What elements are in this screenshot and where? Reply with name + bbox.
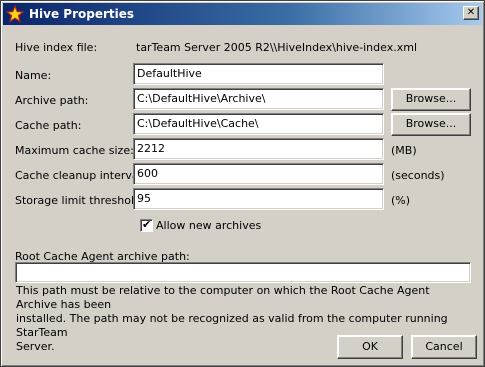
name-label: Name: bbox=[15, 69, 52, 82]
archive-path-label: Archive path: bbox=[15, 94, 89, 107]
note-line: This path must be relative to the comput… bbox=[16, 284, 430, 311]
hive-properties-dialog: Hive Properties ✕ Hive index file: tarTe… bbox=[0, 0, 485, 367]
storage-limit-threshold-unit: (%) bbox=[391, 194, 411, 207]
cache-path-label: Cache path: bbox=[15, 119, 82, 132]
cache-browse-button[interactable]: Browse... bbox=[391, 113, 471, 136]
close-icon: ✕ bbox=[466, 7, 476, 18]
cache-cleanup-interval-field[interactable]: 600 bbox=[133, 163, 384, 185]
storage-limit-threshold-label: Storage limit threshold: bbox=[15, 194, 145, 207]
window-title: Hive Properties bbox=[29, 7, 135, 21]
archive-path-field[interactable]: C:\DefaultHive\Archive\ bbox=[133, 88, 384, 110]
star-icon bbox=[6, 5, 24, 23]
allow-new-archives-checkbox[interactable]: ✔ bbox=[140, 218, 153, 232]
close-button[interactable]: ✕ bbox=[463, 6, 479, 20]
cache-cleanup-interval-unit: (seconds) bbox=[391, 169, 445, 182]
max-cache-size-field[interactable]: 2212 bbox=[133, 138, 384, 160]
cache-cleanup-interval-label: Cache cleanup interval: bbox=[15, 169, 146, 182]
storage-limit-threshold-field[interactable]: 95 bbox=[133, 188, 384, 210]
name-field[interactable]: DefaultHive bbox=[133, 63, 384, 85]
checkmark-icon: ✔ bbox=[142, 218, 152, 231]
archive-browse-button[interactable]: Browse... bbox=[391, 88, 471, 111]
hive-index-value: tarTeam Server 2005 R2\\HiveIndex\hive-i… bbox=[136, 41, 417, 54]
max-cache-size-unit: (MB) bbox=[391, 144, 417, 157]
allow-new-archives-label[interactable]: Allow new archives bbox=[156, 219, 261, 232]
root-cache-agent-path-field[interactable] bbox=[15, 262, 471, 283]
max-cache-size-label: Maximum cache size: bbox=[15, 144, 134, 157]
cancel-button[interactable]: Cancel bbox=[411, 335, 477, 359]
title-bar[interactable]: Hive Properties ✕ bbox=[3, 3, 482, 25]
ok-button[interactable]: OK bbox=[337, 335, 403, 359]
hive-index-label: Hive index file: bbox=[15, 41, 98, 54]
cache-path-field[interactable]: C:\DefaultHive\Cache\ bbox=[133, 113, 384, 135]
